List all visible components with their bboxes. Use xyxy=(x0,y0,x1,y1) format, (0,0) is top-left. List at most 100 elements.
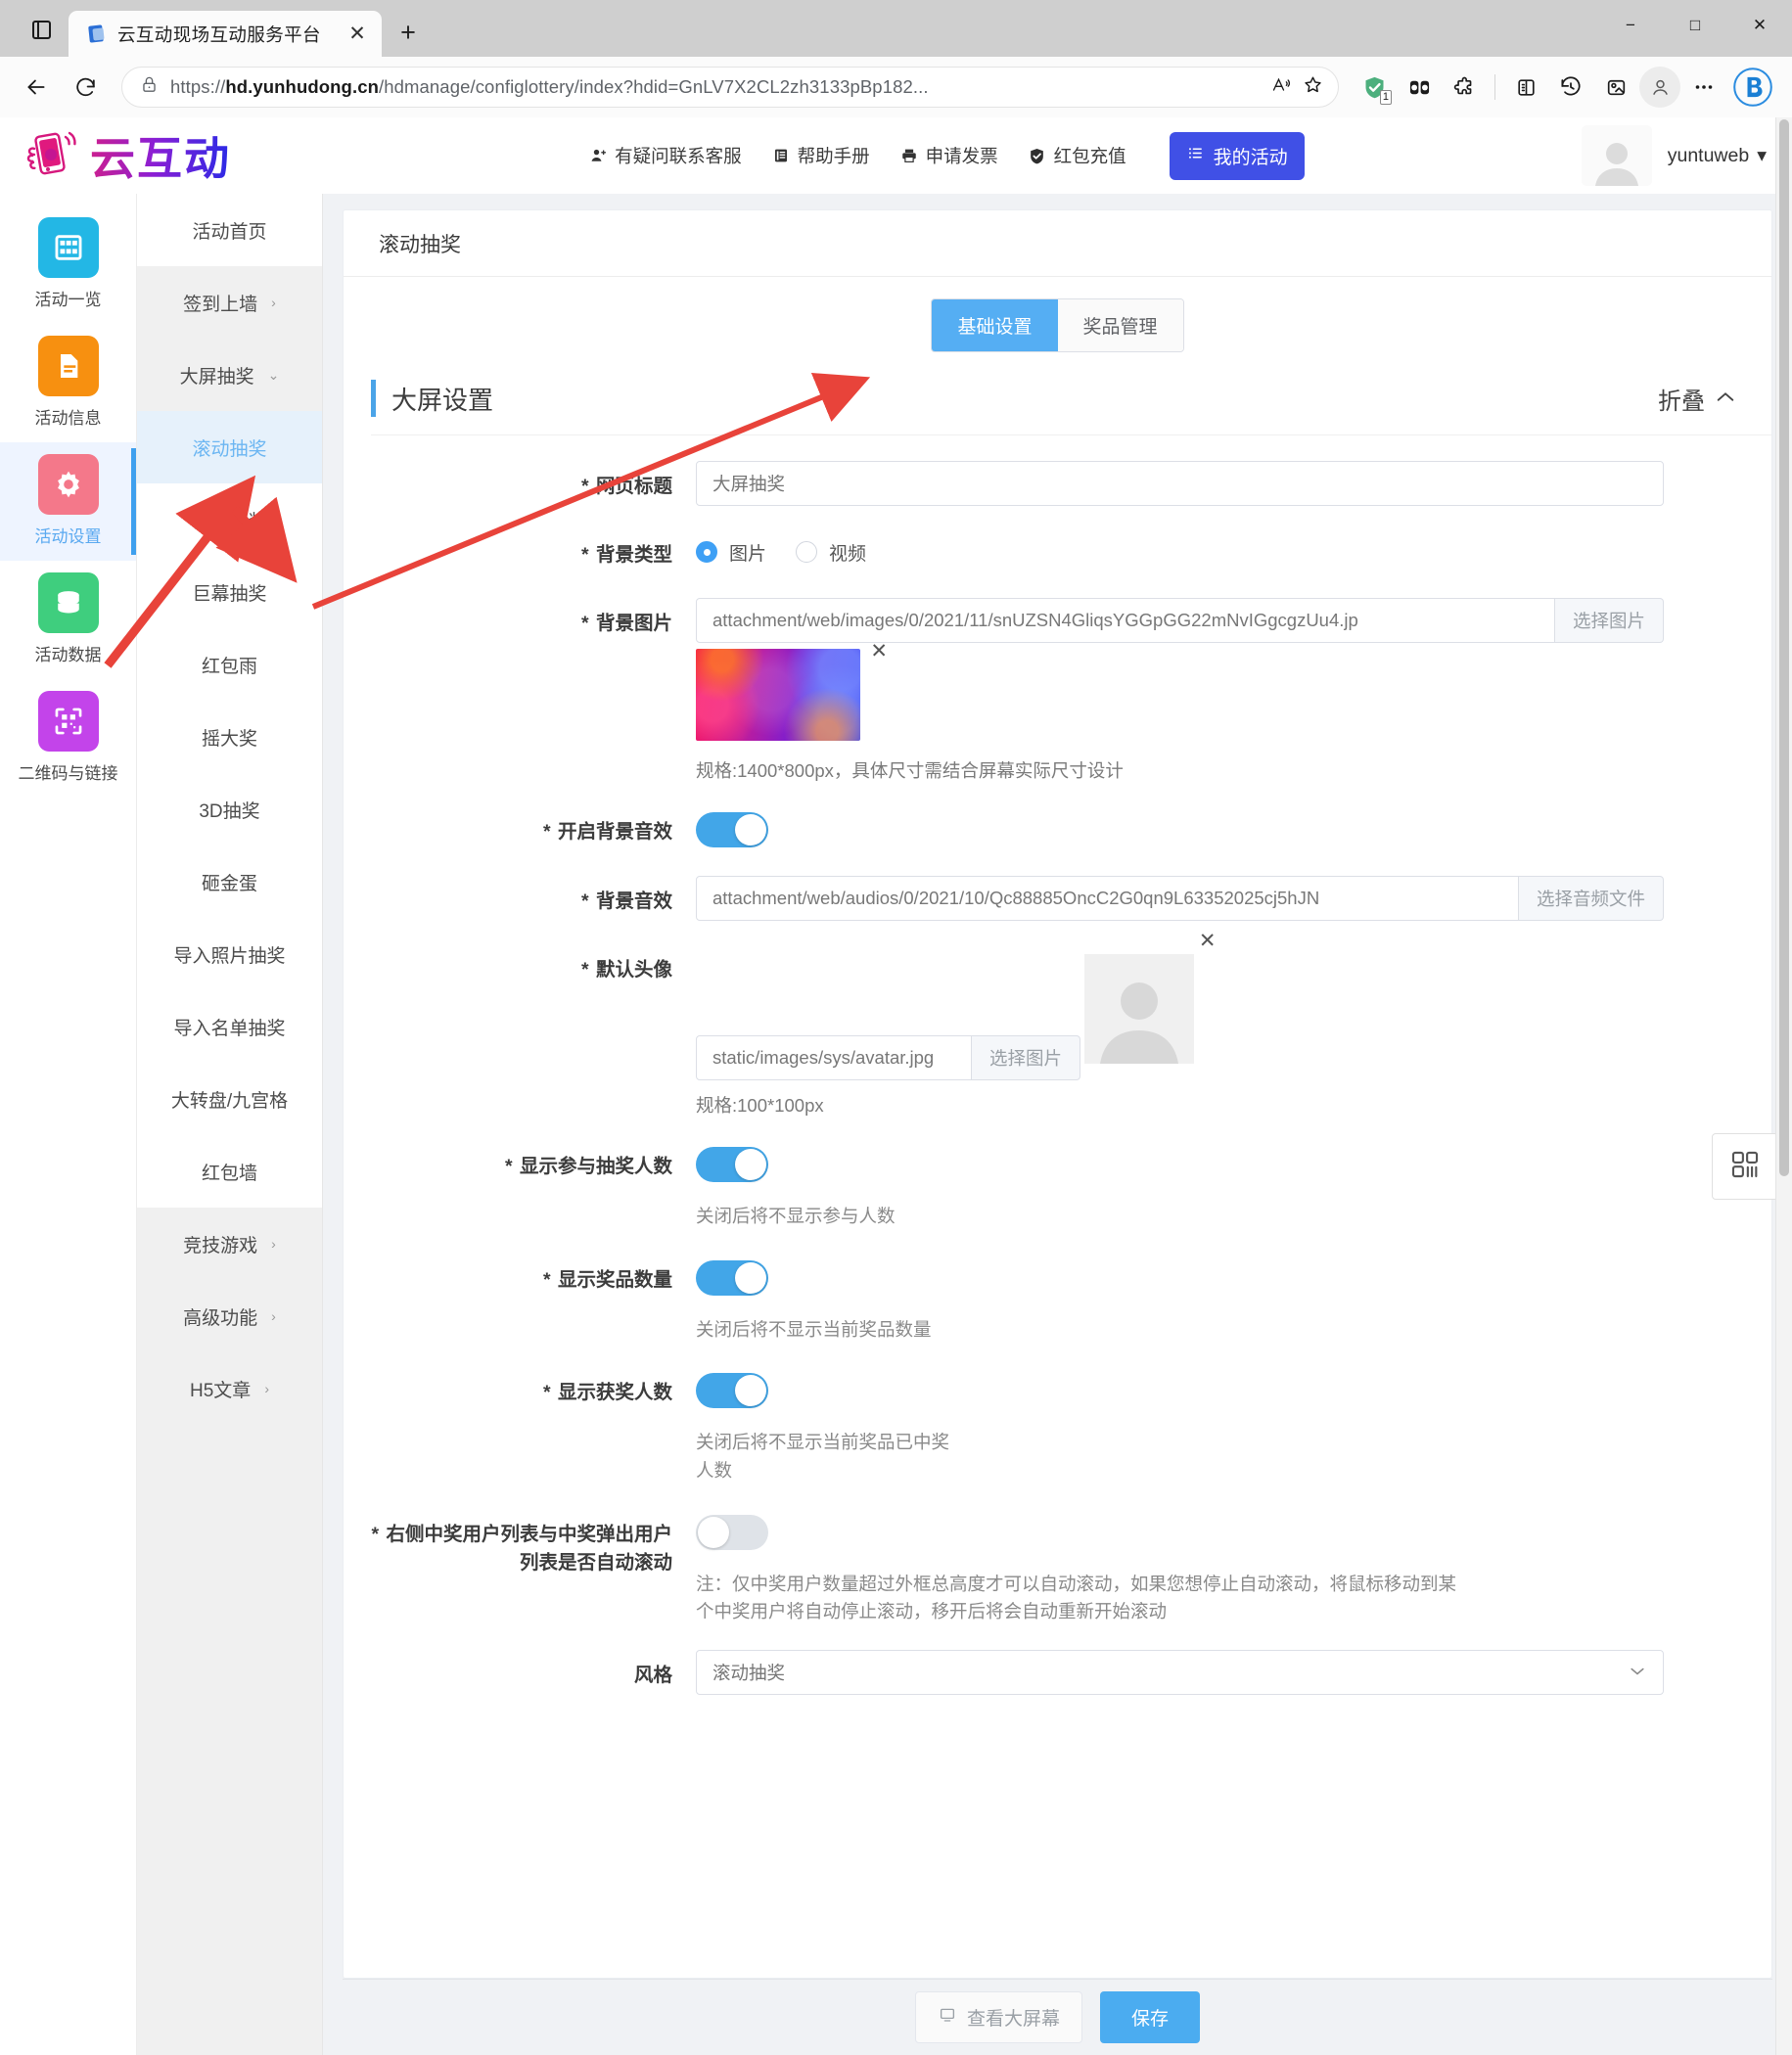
subnav-item[interactable]: 竞技游戏› xyxy=(137,1208,322,1280)
profile-icon[interactable] xyxy=(1639,67,1680,108)
monitor-icon xyxy=(938,2006,957,2030)
site-header: 云互动 有疑问联系客服 帮助手册 xyxy=(0,117,1792,194)
field-bg-type: * 背景类型 图片 视频 xyxy=(344,529,1771,574)
remove-avatar-icon[interactable]: ✕ xyxy=(1199,929,1217,953)
bg-audio-input[interactable]: attachment/web/audios/0/2021/10/Qc88885O… xyxy=(696,876,1519,921)
subnav-item[interactable]: 大转盘/九宫格 xyxy=(137,1063,322,1135)
rail-item-activity-list[interactable]: 活动一览 xyxy=(0,206,136,324)
form-footer: 查看大屏幕 保存 xyxy=(343,1979,1772,2055)
subnav-item[interactable]: 滚动抽奖 xyxy=(137,411,322,483)
chevron-right-icon: › xyxy=(271,295,276,310)
rail-item-activity-data[interactable]: 活动数据 xyxy=(0,561,136,679)
document-icon xyxy=(38,336,99,396)
bg-audio-enable-toggle[interactable] xyxy=(696,812,768,847)
refresh-icon[interactable] xyxy=(63,65,108,110)
subnav-item[interactable]: 大屏抽奖⌄ xyxy=(137,339,322,411)
subnav-item-label: H5文章 xyxy=(190,1376,251,1402)
subnav-item[interactable]: 巨幕抽奖 xyxy=(137,556,322,628)
subnav-item-label: 滚动抽奖 xyxy=(192,434,266,461)
my-activity-button[interactable]: 我的活动 xyxy=(1170,132,1305,180)
shield-icon[interactable]: 1 xyxy=(1353,66,1396,109)
rail-item-label: 活动信息 xyxy=(35,404,102,429)
scrollbar-thumb[interactable] xyxy=(1779,119,1789,1176)
subnav-item[interactable]: H5文章 › xyxy=(137,1352,322,1425)
page-title-input[interactable]: 大屏抽奖 xyxy=(696,461,1664,506)
field-label: * 显示参与抽奖人数 xyxy=(344,1141,696,1181)
site-logo[interactable]: 云互动 xyxy=(22,123,335,188)
rail-item-qrcode-link[interactable]: 二维码与链接 xyxy=(0,679,136,798)
subnav-item-label: 竞技游戏 xyxy=(183,1231,257,1257)
choose-avatar-button[interactable]: 选择图片 xyxy=(972,1035,1080,1080)
choose-image-button[interactable]: 选择图片 xyxy=(1555,598,1664,643)
history-icon[interactable] xyxy=(1549,66,1592,109)
grid-icon xyxy=(38,217,99,278)
subnav-item[interactable]: 红包雨 xyxy=(137,628,322,701)
subnav-item-label: 红包雨 xyxy=(202,652,257,678)
back-arrow-icon[interactable] xyxy=(14,65,59,110)
choose-audio-button[interactable]: 选择音频文件 xyxy=(1519,876,1664,921)
save-button[interactable]: 保存 xyxy=(1100,1991,1200,2043)
avatar[interactable] xyxy=(1582,125,1652,186)
subnav-item-label: 导入名单抽奖 xyxy=(173,1014,285,1040)
subnav-item-label: 导入照片抽奖 xyxy=(173,941,285,968)
tab-actions-icon[interactable] xyxy=(20,8,63,51)
tab-basic-settings[interactable]: 基础设置 xyxy=(932,299,1057,351)
subnav-item[interactable]: 红包墙 xyxy=(137,1135,322,1208)
subnav-item[interactable]: 高级功能› xyxy=(137,1280,322,1352)
rail-item-activity-info[interactable]: 活动信息 xyxy=(0,324,136,442)
close-window-button[interactable]: ✕ xyxy=(1727,0,1792,51)
copilot-icon[interactable] xyxy=(1727,62,1778,113)
remove-bg-image-icon[interactable]: ✕ xyxy=(870,639,888,663)
header-item-manual[interactable]: 帮助手册 xyxy=(771,143,870,168)
subnav-item[interactable]: 签到上墙› xyxy=(137,266,322,339)
address-bar[interactable]: https://hd.yunhudong.cn/hdmanage/configl… xyxy=(121,67,1339,108)
chevron-right-icon: › xyxy=(264,1381,269,1396)
chevron-down-icon: ⌄ xyxy=(268,367,280,384)
close-tab-icon[interactable]: ✕ xyxy=(343,20,372,49)
rail-item-activity-settings[interactable]: 活动设置 xyxy=(0,442,136,561)
show-winner-count-toggle[interactable] xyxy=(696,1373,768,1408)
header-item-recharge[interactable]: 红包充值 xyxy=(1028,143,1126,168)
subnav-item[interactable]: 留言抽奖 xyxy=(137,483,322,556)
customer-service-icon xyxy=(588,147,608,164)
subnav-item[interactable]: 3D抽奖 xyxy=(137,773,322,845)
extensions-icon[interactable] xyxy=(1443,66,1486,109)
auto-scroll-toggle[interactable] xyxy=(696,1515,768,1550)
header-item-customer-service[interactable]: 有疑问联系客服 xyxy=(588,143,742,168)
browser-essentials-icon[interactable] xyxy=(1504,66,1547,109)
show-prize-count-toggle[interactable] xyxy=(696,1260,768,1296)
show-join-count-toggle[interactable] xyxy=(696,1147,768,1182)
read-aloud-icon[interactable] xyxy=(1270,75,1292,100)
collections-icon[interactable] xyxy=(1594,66,1637,109)
fold-toggle[interactable]: 折叠 xyxy=(1658,382,1736,416)
page-scrollbar[interactable] xyxy=(1775,117,1792,2055)
float-widget[interactable] xyxy=(1712,1133,1778,1200)
field-label: * 右侧中奖用户列表与中奖弹出用户 列表是否自动滚动 xyxy=(344,1509,696,1578)
radio-video[interactable] xyxy=(796,541,817,563)
split-screen-icon[interactable] xyxy=(1398,66,1441,109)
user-menu[interactable]: yuntuweb ▾ xyxy=(1668,144,1767,167)
browser-tab[interactable]: 云互动现场互动服务平台 ✕ xyxy=(69,11,382,57)
settings-more-icon[interactable] xyxy=(1682,66,1725,109)
subnav-item[interactable]: 导入照片抽奖 xyxy=(137,918,322,990)
subnav-item[interactable]: 导入名单抽奖 xyxy=(137,990,322,1063)
minimize-button[interactable]: − xyxy=(1598,0,1663,51)
invoice-printer-icon xyxy=(899,147,919,164)
new-tab-button[interactable]: + xyxy=(388,12,429,53)
maximize-button[interactable]: □ xyxy=(1663,0,1727,51)
subnav-item[interactable]: 活动首页 xyxy=(137,194,322,266)
rail-item-label: 活动一览 xyxy=(35,286,102,310)
subnav-item[interactable]: 砸金蛋 xyxy=(137,845,322,918)
avatar-input[interactable]: static/images/sys/avatar.jpg xyxy=(696,1035,972,1080)
style-select[interactable]: 滚动抽奖 xyxy=(696,1650,1664,1695)
add-favorite-icon[interactable] xyxy=(1302,74,1324,101)
chevron-down-icon: ▾ xyxy=(1757,144,1767,167)
preview-bigscreen-button[interactable]: 查看大屏幕 xyxy=(915,1991,1082,2043)
bg-image-input[interactable]: attachment/web/images/0/2021/11/snUZSN4G… xyxy=(696,598,1555,643)
user-name-label: yuntuweb xyxy=(1668,145,1749,167)
subnav-item[interactable]: 摇大奖 xyxy=(137,701,322,773)
radio-image[interactable] xyxy=(696,541,717,563)
field-auto-scroll: * 右侧中奖用户列表与中奖弹出用户 列表是否自动滚动 注：仅中奖用户数量超过外框… xyxy=(344,1509,1771,1626)
header-item-invoice[interactable]: 申请发票 xyxy=(899,143,998,168)
tab-prize-management[interactable]: 奖品管理 xyxy=(1058,299,1183,351)
